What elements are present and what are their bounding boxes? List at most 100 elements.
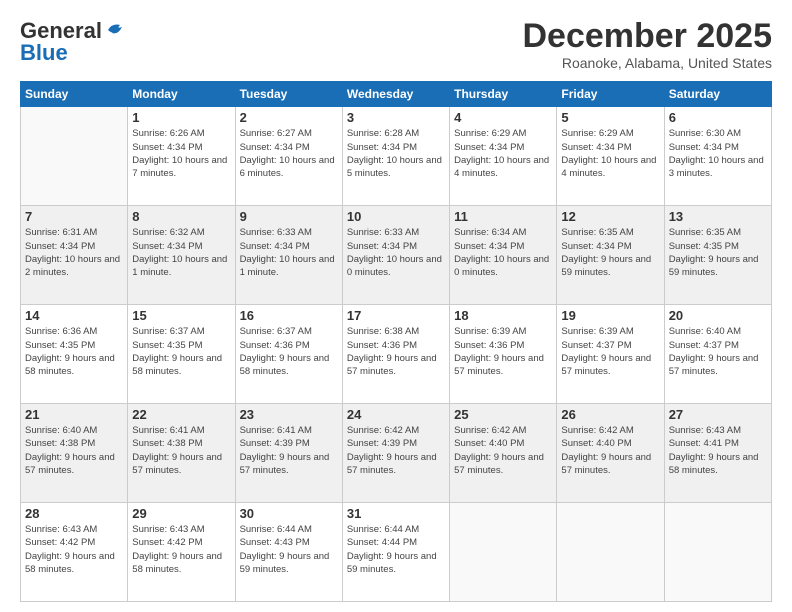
day-info: Sunrise: 6:39 AMSunset: 4:36 PMDaylight:…	[454, 325, 552, 378]
day-info: Sunrise: 6:33 AMSunset: 4:34 PMDaylight:…	[347, 226, 445, 279]
day-number: 15	[132, 308, 230, 323]
day-info: Sunrise: 6:30 AMSunset: 4:34 PMDaylight:…	[669, 127, 767, 180]
table-row	[450, 503, 557, 602]
header-thursday: Thursday	[450, 82, 557, 107]
table-row: 19Sunrise: 6:39 AMSunset: 4:37 PMDayligh…	[557, 305, 664, 404]
day-info: Sunrise: 6:44 AMSunset: 4:43 PMDaylight:…	[240, 523, 338, 576]
header-saturday: Saturday	[664, 82, 771, 107]
day-info: Sunrise: 6:43 AMSunset: 4:41 PMDaylight:…	[669, 424, 767, 477]
table-row: 4 Sunrise: 6:29 AMSunset: 4:34 PMDaylight…	[450, 107, 557, 206]
calendar-week-row: 1 Sunrise: 6:26 AMSunset: 4:34 PMDaylight…	[21, 107, 772, 206]
day-number: 28	[25, 506, 123, 521]
day-number: 5	[561, 110, 659, 125]
day-info: Sunrise: 6:40 AMSunset: 4:37 PMDaylight:…	[669, 325, 767, 378]
calendar-table: Sunday Monday Tuesday Wednesday Thursday…	[20, 81, 772, 602]
calendar-week-row: 21Sunrise: 6:40 AMSunset: 4:38 PMDayligh…	[21, 404, 772, 503]
day-number: 23	[240, 407, 338, 422]
day-info: Sunrise: 6:29 AMSunset: 4:34 PMDaylight:…	[454, 127, 552, 180]
day-info: Sunrise: 6:28 AMSunset: 4:34 PMDaylight:…	[347, 127, 445, 180]
day-info: Sunrise: 6:33 AMSunset: 4:34 PMDaylight:…	[240, 226, 338, 279]
day-info: Sunrise: 6:41 AMSunset: 4:38 PMDaylight:…	[132, 424, 230, 477]
page: General Blue December 2025 Roanoke, Alab…	[0, 0, 792, 612]
header-wednesday: Wednesday	[342, 82, 449, 107]
table-row: 22 Sunrise: 6:41 AMSunset: 4:38 PMDayligh…	[128, 404, 235, 503]
table-row	[21, 107, 128, 206]
day-number: 14	[25, 308, 123, 323]
table-row: 16Sunrise: 6:37 AMSunset: 4:36 PMDayligh…	[235, 305, 342, 404]
day-info: Sunrise: 6:35 AMSunset: 4:35 PMDaylight:…	[669, 226, 767, 279]
table-row: 27 Sunrise: 6:43 AMSunset: 4:41 PMDayligh…	[664, 404, 771, 503]
day-number: 30	[240, 506, 338, 521]
table-row: 18 Sunrise: 6:39 AMSunset: 4:36 PMDayligh…	[450, 305, 557, 404]
table-row: 21Sunrise: 6:40 AMSunset: 4:38 PMDayligh…	[21, 404, 128, 503]
day-number: 10	[347, 209, 445, 224]
calendar-week-row: 28 Sunrise: 6:43 AMSunset: 4:42 PMDayligh…	[21, 503, 772, 602]
table-row: 5 Sunrise: 6:29 AMSunset: 4:34 PMDaylight…	[557, 107, 664, 206]
table-row	[557, 503, 664, 602]
table-row: 13Sunrise: 6:35 AMSunset: 4:35 PMDayligh…	[664, 206, 771, 305]
day-number: 6	[669, 110, 767, 125]
table-row: 7Sunrise: 6:31 AMSunset: 4:34 PMDaylight…	[21, 206, 128, 305]
table-row: 17 Sunrise: 6:38 AMSunset: 4:36 PMDayligh…	[342, 305, 449, 404]
table-row: 28 Sunrise: 6:43 AMSunset: 4:42 PMDayligh…	[21, 503, 128, 602]
table-row: 9Sunrise: 6:33 AMSunset: 4:34 PMDaylight…	[235, 206, 342, 305]
day-info: Sunrise: 6:36 AMSunset: 4:35 PMDaylight:…	[25, 325, 123, 378]
day-info: Sunrise: 6:43 AMSunset: 4:42 PMDaylight:…	[132, 523, 230, 576]
day-number: 19	[561, 308, 659, 323]
day-info: Sunrise: 6:27 AMSunset: 4:34 PMDaylight:…	[240, 127, 338, 180]
day-number: 3	[347, 110, 445, 125]
day-number: 29	[132, 506, 230, 521]
table-row: 11Sunrise: 6:34 AMSunset: 4:34 PMDayligh…	[450, 206, 557, 305]
day-number: 7	[25, 209, 123, 224]
header: General Blue December 2025 Roanoke, Alab…	[20, 18, 772, 71]
day-number: 11	[454, 209, 552, 224]
header-friday: Friday	[557, 82, 664, 107]
table-row: 30 Sunrise: 6:44 AMSunset: 4:43 PMDayligh…	[235, 503, 342, 602]
table-row: 2 Sunrise: 6:27 AMSunset: 4:34 PMDaylight…	[235, 107, 342, 206]
day-info: Sunrise: 6:37 AMSunset: 4:36 PMDaylight:…	[240, 325, 338, 378]
calendar-week-row: 14 Sunrise: 6:36 AMSunset: 4:35 PMDayligh…	[21, 305, 772, 404]
table-row: 20 Sunrise: 6:40 AMSunset: 4:37 PMDayligh…	[664, 305, 771, 404]
calendar-header-row: Sunday Monday Tuesday Wednesday Thursday…	[21, 82, 772, 107]
day-info: Sunrise: 6:26 AMSunset: 4:34 PMDaylight:…	[132, 127, 230, 180]
day-number: 24	[347, 407, 445, 422]
day-number: 8	[132, 209, 230, 224]
day-info: Sunrise: 6:38 AMSunset: 4:36 PMDaylight:…	[347, 325, 445, 378]
logo-blue: Blue	[20, 40, 68, 66]
day-number: 22	[132, 407, 230, 422]
day-info: Sunrise: 6:42 AMSunset: 4:40 PMDaylight:…	[561, 424, 659, 477]
day-info: Sunrise: 6:29 AMSunset: 4:34 PMDaylight:…	[561, 127, 659, 180]
day-number: 25	[454, 407, 552, 422]
day-number: 18	[454, 308, 552, 323]
day-number: 2	[240, 110, 338, 125]
day-number: 31	[347, 506, 445, 521]
header-tuesday: Tuesday	[235, 82, 342, 107]
header-monday: Monday	[128, 82, 235, 107]
table-row: 12 Sunrise: 6:35 AMSunset: 4:34 PMDayligh…	[557, 206, 664, 305]
table-row: 15Sunrise: 6:37 AMSunset: 4:35 PMDayligh…	[128, 305, 235, 404]
table-row: 23Sunrise: 6:41 AMSunset: 4:39 PMDayligh…	[235, 404, 342, 503]
table-row: 26 Sunrise: 6:42 AMSunset: 4:40 PMDayligh…	[557, 404, 664, 503]
table-row: 14 Sunrise: 6:36 AMSunset: 4:35 PMDayligh…	[21, 305, 128, 404]
day-number: 20	[669, 308, 767, 323]
day-info: Sunrise: 6:42 AMSunset: 4:39 PMDaylight:…	[347, 424, 445, 477]
day-number: 12	[561, 209, 659, 224]
day-info: Sunrise: 6:35 AMSunset: 4:34 PMDaylight:…	[561, 226, 659, 279]
table-row: 8Sunrise: 6:32 AMSunset: 4:34 PMDaylight…	[128, 206, 235, 305]
logo-bird-icon	[104, 21, 126, 39]
table-row: 25Sunrise: 6:42 AMSunset: 4:40 PMDayligh…	[450, 404, 557, 503]
day-info: Sunrise: 6:44 AMSunset: 4:44 PMDaylight:…	[347, 523, 445, 576]
day-number: 27	[669, 407, 767, 422]
day-number: 26	[561, 407, 659, 422]
day-number: 1	[132, 110, 230, 125]
day-info: Sunrise: 6:43 AMSunset: 4:42 PMDaylight:…	[25, 523, 123, 576]
table-row: 29 Sunrise: 6:43 AMSunset: 4:42 PMDayligh…	[128, 503, 235, 602]
location: Roanoke, Alabama, United States	[522, 55, 772, 71]
title-section: December 2025 Roanoke, Alabama, United S…	[522, 18, 772, 71]
header-sunday: Sunday	[21, 82, 128, 107]
calendar-week-row: 7Sunrise: 6:31 AMSunset: 4:34 PMDaylight…	[21, 206, 772, 305]
day-number: 4	[454, 110, 552, 125]
table-row: 6 Sunrise: 6:30 AMSunset: 4:34 PMDaylight…	[664, 107, 771, 206]
table-row: 10 Sunrise: 6:33 AMSunset: 4:34 PMDayligh…	[342, 206, 449, 305]
day-number: 17	[347, 308, 445, 323]
